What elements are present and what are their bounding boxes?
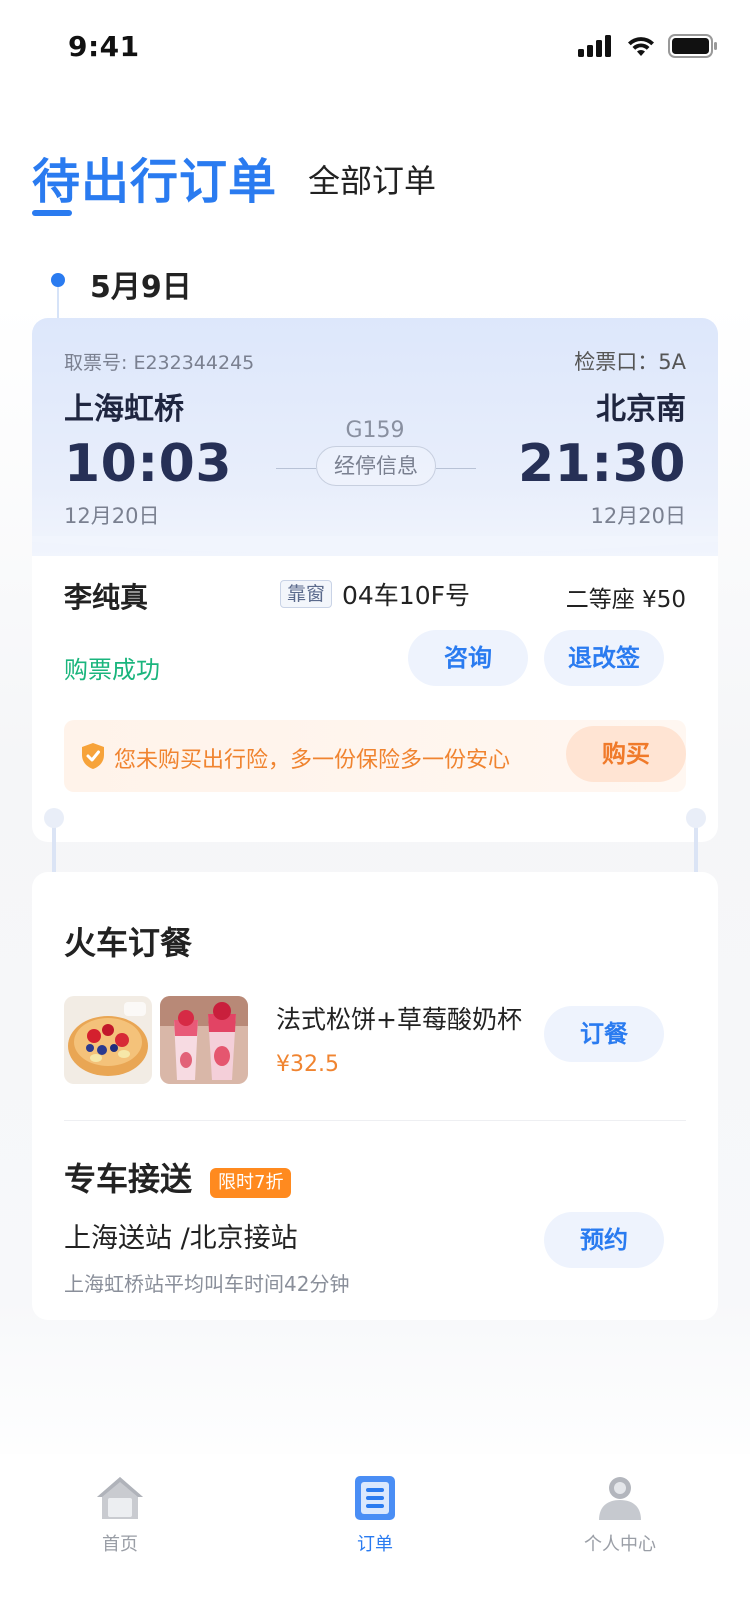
discount-badge: 限时7折: [210, 1168, 292, 1198]
seat-class-price: 二等座 ¥50: [565, 587, 686, 613]
battery-icon: [668, 34, 717, 58]
insurance-text: 您未购买出行险，多一份保险多一份安心: [114, 748, 511, 773]
timeline-dot: [51, 273, 65, 287]
tabbar-profile[interactable]: 个人中心: [560, 1474, 680, 1556]
departure-date: 12月20日: [64, 504, 160, 528]
window-seat-tag: 靠窗: [280, 580, 333, 608]
consult-button[interactable]: 咨询: [408, 630, 528, 686]
ticket-header-curve: [32, 536, 718, 554]
transfer-section-title: 专车接送: [64, 1160, 193, 1198]
order-meal-button[interactable]: 订餐: [544, 1006, 664, 1062]
status-icons: [578, 34, 718, 58]
transfer-wait-time: 上海虹桥站平均叫车时间42分钟: [64, 1272, 350, 1296]
reserve-car-button[interactable]: 预约: [544, 1212, 664, 1268]
tabbar-orders[interactable]: 订单: [315, 1474, 435, 1556]
status-time: 9:41: [68, 30, 140, 63]
insurance-banner: 您未购买出行险，多一份保险多一份安心 购买: [64, 720, 686, 792]
tab-pending-orders[interactable]: 待出行订单: [32, 142, 277, 212]
orders-icon: [355, 1476, 395, 1520]
tabbar-home-label: 首页: [102, 1534, 138, 1555]
yogurt-cup-image: [160, 996, 248, 1084]
arrival-time: 21:30: [517, 434, 686, 494]
buy-insurance-button[interactable]: 购买: [566, 726, 686, 782]
meal-item-price: ¥32.5: [276, 1052, 339, 1077]
ticket-header: 取票号: E232344245 检票口：5A 上海虹桥 北京南 10:03 21…: [32, 318, 718, 556]
tab-active-indicator: [32, 210, 72, 216]
ticket-card[interactable]: 取票号: E232344245 检票口：5A 上海虹桥 北京南 10:03 21…: [32, 318, 718, 842]
stops-info-button[interactable]: 经停信息: [316, 446, 436, 486]
passenger-name: 李纯真: [64, 581, 149, 614]
home-icon: [97, 1477, 143, 1519]
signal-icon: [578, 35, 611, 57]
profile-icon: [599, 1477, 641, 1520]
tabbar-profile-label: 个人中心: [584, 1534, 656, 1555]
route-line-right: [436, 468, 476, 469]
services-card: 火车订餐 法式松饼+草莓酸奶杯 ¥32.5 订餐 专车接送 限时7折 上海送站 …: [32, 872, 718, 1320]
trip-date: 5月9日: [90, 270, 192, 305]
ticket-number: 取票号: E232344245: [64, 352, 255, 374]
status-bar: 9:41: [0, 0, 750, 96]
pancake-image: [64, 996, 152, 1084]
timeline-line: [57, 287, 59, 319]
meal-section-title: 火车订餐: [64, 924, 193, 962]
section-divider: [64, 1120, 686, 1121]
bottom-tab-bar: 首页 订单 个人中心: [0, 1454, 750, 1624]
tabbar-orders-label: 订单: [357, 1534, 393, 1555]
ticket-status: 购票成功: [64, 656, 160, 684]
wifi-icon: [628, 37, 654, 56]
refund-change-button[interactable]: 退改签: [544, 630, 664, 686]
seat-number: 04车10F号: [342, 581, 471, 610]
departure-time: 10:03: [64, 434, 233, 494]
arrival-date: 12月20日: [590, 504, 686, 528]
train-number: G159: [345, 418, 405, 443]
route-line-left: [276, 468, 316, 469]
tabbar-home[interactable]: 首页: [60, 1474, 180, 1556]
tab-all-orders[interactable]: 全部订单: [308, 156, 436, 202]
ticket-gate: 检票口：5A: [574, 350, 686, 374]
transfer-route: 上海送站 /北京接站: [64, 1223, 298, 1254]
shield-icon: [82, 743, 104, 769]
meal-item-name: 法式松饼+草莓酸奶杯: [276, 1005, 522, 1034]
